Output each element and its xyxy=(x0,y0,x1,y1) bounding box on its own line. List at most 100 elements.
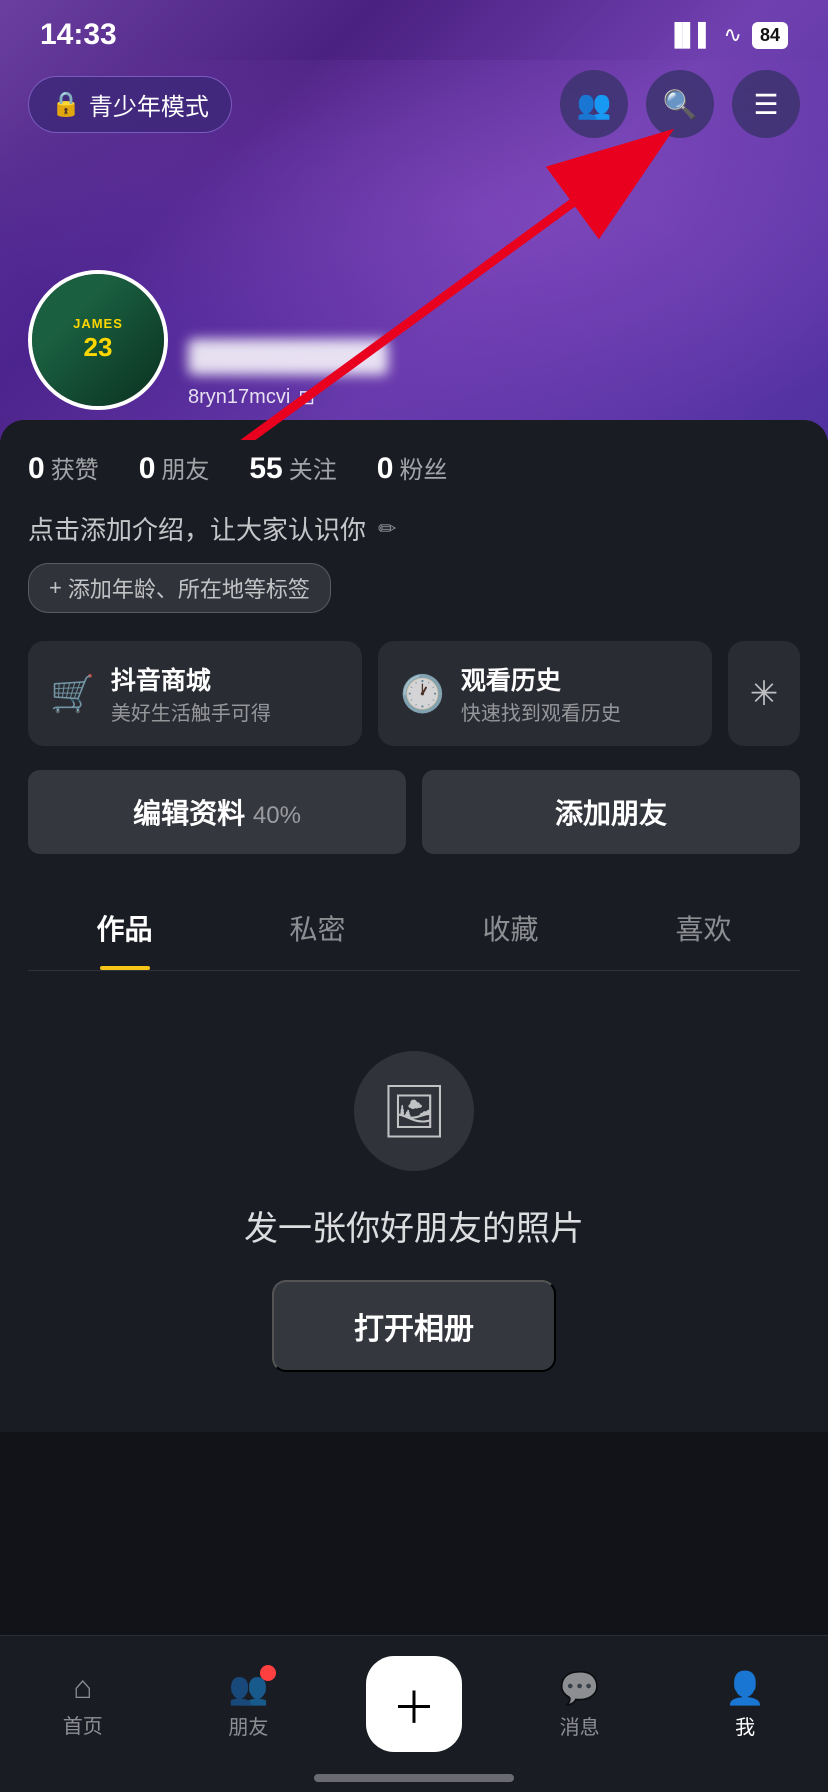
nav-create[interactable]: ＋ xyxy=(331,1656,497,1752)
main-content: 0 获赞 0 朋友 55 关注 0 粉丝 点击添加介绍，让大家认识你 ✏ + 添… xyxy=(0,420,828,1432)
user-id: 8ryn17mcvi xyxy=(188,386,290,409)
friends-nav-icon: 👥 xyxy=(228,1669,268,1707)
friends-icon-button[interactable]: 👥 xyxy=(560,70,628,138)
empty-state: 🖼 发一张你好朋友的照片 打开相册 xyxy=(28,971,800,1432)
content-tabs: 作品 私密 收藏 喜欢 xyxy=(28,886,800,971)
search-icon-button[interactable]: 🔍 xyxy=(646,70,714,138)
history-subtitle: 快速找到观看历史 xyxy=(461,697,621,726)
nav-messages[interactable]: 💬 消息 xyxy=(497,1669,663,1740)
image-placeholder-icon: 🖼 xyxy=(381,1081,447,1142)
edit-profile-progress: 40% xyxy=(253,802,301,829)
stat-friends-label: 朋友 xyxy=(161,450,209,485)
bio-text: 点击添加介绍，让大家认识你 xyxy=(28,510,366,547)
stat-friends-num: 0 xyxy=(139,452,156,486)
profile-nav-icon: 👤 xyxy=(725,1669,765,1707)
asterisk-icon: ✳ xyxy=(750,674,779,714)
nav-friends-label: 朋友 xyxy=(228,1711,268,1740)
status-time: 14:33 xyxy=(40,18,117,52)
tab-favorites-label: 收藏 xyxy=(482,914,538,945)
quick-card-history[interactable]: 🕐 观看历史 快速找到观看历史 xyxy=(378,641,712,746)
quick-card-shop[interactable]: 🛒 抖音商城 美好生活触手可得 xyxy=(28,641,362,746)
nav-profile-label: 我 xyxy=(735,1711,755,1740)
tab-private[interactable]: 私密 xyxy=(221,886,414,970)
quick-card-history-text: 观看历史 快速找到观看历史 xyxy=(461,661,621,726)
stat-following-label: 关注 xyxy=(289,450,337,485)
youth-mode-button[interactable]: 🔒 青少年模式 xyxy=(28,76,232,133)
home-icon: ⌂ xyxy=(73,1669,92,1706)
nav-home-label: 首页 xyxy=(63,1710,103,1739)
nav-icon-group: 👥 🔍 ☰ xyxy=(560,70,800,138)
add-tags-button[interactable]: + 添加年龄、所在地等标签 xyxy=(28,563,331,613)
tab-private-label: 私密 xyxy=(289,914,345,945)
tab-works[interactable]: 作品 xyxy=(28,886,221,970)
edit-profile-label: 编辑资料 xyxy=(133,798,245,829)
search-icon: 🔍 xyxy=(663,88,698,121)
stat-likes-label: 获赞 xyxy=(51,450,99,485)
menu-icon-button[interactable]: ☰ xyxy=(732,70,800,138)
wifi-icon: ∿ xyxy=(724,22,742,48)
quick-more-button[interactable]: ✳ xyxy=(728,641,800,746)
nav-friends[interactable]: 👥 朋友 xyxy=(166,1669,332,1740)
nav-profile[interactable]: 👤 我 xyxy=(662,1669,828,1740)
add-friend-label: 添加朋友 xyxy=(555,798,667,829)
messages-icon: 💬 xyxy=(560,1669,600,1707)
stat-fans-num: 0 xyxy=(377,452,394,486)
tab-favorites[interactable]: 收藏 xyxy=(414,886,607,970)
action-buttons-row: 编辑资料 40% 添加朋友 xyxy=(28,770,800,854)
empty-state-text: 发一张你好朋友的照片 xyxy=(244,1201,584,1250)
empty-icon-wrap: 🖼 xyxy=(354,1051,474,1171)
username-blurred xyxy=(188,339,388,375)
bio-row[interactable]: 点击添加介绍，让大家认识你 ✏ xyxy=(28,510,800,547)
tab-likes[interactable]: 喜欢 xyxy=(607,886,800,970)
shop-icon: 🛒 xyxy=(50,673,95,715)
menu-icon: ☰ xyxy=(753,88,778,121)
quick-access-row: 🛒 抖音商城 美好生活触手可得 🕐 观看历史 快速找到观看历史 ✳ xyxy=(28,641,800,746)
avatar-inner: JAMES 23 xyxy=(32,274,164,406)
top-navigation: 🔒 青少年模式 👥 🔍 ☰ xyxy=(0,70,828,138)
tab-likes-label: 喜欢 xyxy=(675,914,731,945)
nav-home[interactable]: ⌂ 首页 xyxy=(0,1669,166,1739)
youth-mode-label: 青少年模式 xyxy=(89,87,209,122)
notification-dot xyxy=(260,1665,276,1681)
qr-icon: ⊞ xyxy=(298,385,315,410)
battery-icon: 84 xyxy=(752,22,788,49)
tags-row: + 添加年龄、所在地等标签 xyxy=(28,563,800,613)
status-bar: 14:33 ▐▌▌ ∿ 84 xyxy=(0,0,828,62)
create-button[interactable]: ＋ xyxy=(366,1656,462,1752)
stat-following-num: 55 xyxy=(249,452,282,486)
open-album-button[interactable]: 打开相册 xyxy=(272,1280,556,1372)
status-icons: ▐▌▌ ∿ 84 xyxy=(667,22,788,49)
stats-row: 0 获赞 0 朋友 55 关注 0 粉丝 xyxy=(28,450,800,486)
stat-friends: 0 朋友 xyxy=(139,450,210,486)
edit-icon: ✏ xyxy=(378,516,396,542)
stat-likes-num: 0 xyxy=(28,452,45,486)
tab-works-label: 作品 xyxy=(96,914,152,945)
plus-icon: + xyxy=(49,575,62,601)
shop-subtitle: 美好生活触手可得 xyxy=(111,697,271,726)
open-album-label: 打开相册 xyxy=(354,1313,474,1346)
edit-profile-button[interactable]: 编辑资料 40% xyxy=(28,770,406,854)
shop-title: 抖音商城 xyxy=(111,661,271,697)
bottom-navigation: ⌂ 首页 👥 朋友 ＋ 💬 消息 👤 我 xyxy=(0,1635,828,1792)
add-friend-button[interactable]: 添加朋友 xyxy=(422,770,800,854)
shield-icon: 🔒 xyxy=(51,90,81,119)
username-area: 8ryn17mcvi ⊞ xyxy=(188,339,388,410)
history-icon: 🕐 xyxy=(400,673,445,715)
avatar[interactable]: JAMES 23 xyxy=(28,270,168,410)
history-title: 观看历史 xyxy=(461,661,621,697)
header-background: 14:33 ▐▌▌ ∿ 84 🔒 青少年模式 👥 🔍 ☰ JA xyxy=(0,0,828,440)
nav-messages-label: 消息 xyxy=(560,1711,600,1740)
jersey-name: JAMES xyxy=(73,317,123,331)
stat-fans-label: 粉丝 xyxy=(399,450,447,485)
profile-header: JAMES 23 8ryn17mcvi ⊞ xyxy=(28,270,388,410)
stat-following[interactable]: 55 关注 xyxy=(249,450,336,486)
signal-icon: ▐▌▌ xyxy=(667,22,714,48)
stat-likes: 0 获赞 xyxy=(28,450,99,486)
add-tags-label: 添加年龄、所在地等标签 xyxy=(68,572,310,604)
people-icon: 👥 xyxy=(577,88,612,121)
plus-create-icon: ＋ xyxy=(392,1672,436,1736)
stat-fans: 0 粉丝 xyxy=(377,450,448,486)
home-indicator xyxy=(314,1774,514,1782)
quick-card-shop-text: 抖音商城 美好生活触手可得 xyxy=(111,661,271,726)
user-id-row: 8ryn17mcvi ⊞ xyxy=(188,385,388,410)
